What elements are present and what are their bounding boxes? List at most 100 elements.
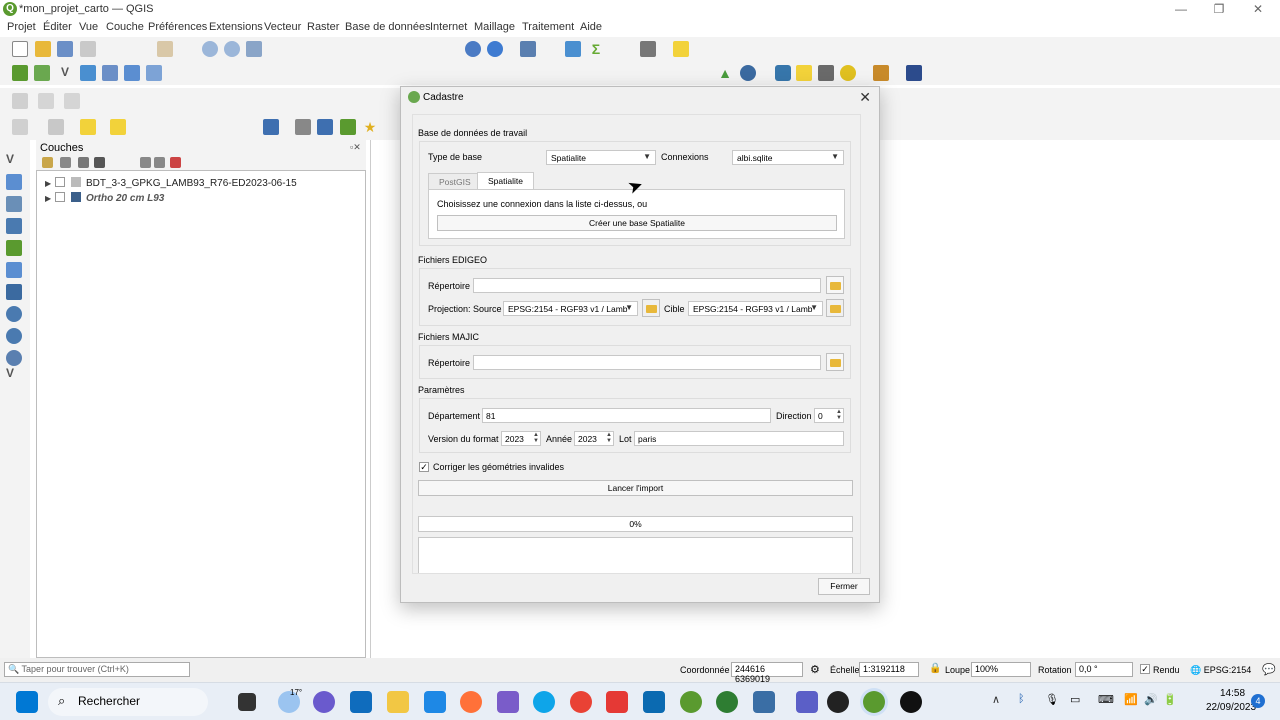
locator-search-input[interactable]: 🔍 Taper pour trouver (Ctrl+K) xyxy=(4,662,190,677)
menu-editer[interactable]: Éditer xyxy=(43,21,72,33)
add-db-icon[interactable] xyxy=(102,65,118,81)
refresh-icon[interactable] xyxy=(465,41,481,57)
messages-icon[interactable]: 💬 xyxy=(1262,663,1276,676)
add-wms-icon[interactable] xyxy=(80,65,96,81)
maximize-button[interactable]: ❐ xyxy=(1204,2,1234,16)
qgis-taskbar-icon[interactable] xyxy=(680,691,702,713)
tab-spatialite[interactable]: Spatialite xyxy=(477,172,534,190)
annee-spinbox[interactable]: 2023 ▲ ▼ xyxy=(574,431,614,446)
github-icon[interactable] xyxy=(827,691,849,713)
settings-gear-icon[interactable] xyxy=(565,41,581,57)
measure-icon[interactable] xyxy=(640,41,656,57)
cadastre-plugin-icon[interactable] xyxy=(840,65,856,81)
expand-arrow-icon[interactable]: ▶ xyxy=(45,179,55,188)
remove-layer-icon[interactable] xyxy=(170,157,181,168)
battery-status-icon[interactable]: 🔋 xyxy=(1163,693,1177,706)
chrome-icon[interactable] xyxy=(570,691,592,713)
add-wms-layer-icon[interactable] xyxy=(6,306,22,322)
python-console-icon[interactable] xyxy=(775,65,791,81)
add-delimited-icon[interactable] xyxy=(6,240,22,256)
majic-folder-icon[interactable] xyxy=(826,353,844,371)
microphone-icon[interactable]: 🎙 xyxy=(1045,693,1059,706)
add-vector-icon[interactable] xyxy=(34,65,50,81)
menu-internet[interactable]: Internet xyxy=(430,21,467,33)
add-virtual-layer-icon[interactable]: V xyxy=(6,366,22,382)
file-explorer-icon[interactable] xyxy=(387,691,409,713)
departement-input[interactable]: 81 xyxy=(482,408,771,423)
keyboard-icon[interactable]: ⌨ xyxy=(1098,693,1114,706)
zoom-full-icon[interactable] xyxy=(246,41,262,57)
menu-couche[interactable]: Couche xyxy=(106,21,144,33)
volume-icon[interactable]: 🔊 xyxy=(1144,693,1158,706)
layer-row[interactable]: ▶ Ortho 20 cm L93 xyxy=(45,192,164,204)
edge-icon[interactable] xyxy=(533,691,555,713)
source-crs-globe-icon[interactable] xyxy=(642,299,660,317)
tab-postgis[interactable]: PostGIS xyxy=(428,173,482,190)
label-2-icon[interactable] xyxy=(295,119,311,135)
create-spatialite-button[interactable]: Créer une base Spatialite xyxy=(437,215,837,231)
open-project-icon[interactable] xyxy=(35,41,51,57)
version-format-spinbox[interactable]: 2023 ▲ ▼ xyxy=(501,431,541,446)
statistics-sigma-icon[interactable]: Σ xyxy=(588,41,604,57)
add-group-icon[interactable] xyxy=(60,157,71,168)
spin-arrows-icon[interactable]: ▲ ▼ xyxy=(836,409,842,421)
menu-vecteur[interactable]: Vecteur xyxy=(264,21,301,33)
taskbar-search-box[interactable]: ⌕ Rechercher xyxy=(48,688,208,716)
chat-icon[interactable] xyxy=(313,691,335,713)
add-spatialite-icon[interactable] xyxy=(6,262,22,278)
panel-close-icon[interactable]: ▫✕ xyxy=(350,142,361,153)
menu-raster[interactable]: Raster xyxy=(307,21,339,33)
digitize-icon[interactable] xyxy=(12,93,28,109)
db-type-select[interactable]: Spatialite ▼ xyxy=(546,150,656,165)
teams-icon[interactable] xyxy=(796,691,818,713)
spin-arrows-icon[interactable]: ▲ ▼ xyxy=(533,432,539,444)
digitize-3-icon[interactable] xyxy=(64,93,80,109)
store-icon[interactable] xyxy=(350,691,372,713)
digitize-2-icon[interactable] xyxy=(38,93,54,109)
menu-preferences[interactable]: Préférences xyxy=(148,21,207,33)
zoom-in-icon[interactable] xyxy=(202,41,218,57)
edigeo-folder-icon[interactable] xyxy=(826,276,844,294)
data-source-manager-icon[interactable] xyxy=(12,65,28,81)
select-2-icon[interactable] xyxy=(48,119,64,135)
windows-start-icon[interactable] xyxy=(16,691,38,713)
annotation-icon[interactable] xyxy=(673,41,689,57)
plugin-pin-icon[interactable] xyxy=(873,65,889,81)
plugin-tool-icon[interactable] xyxy=(818,65,834,81)
crs-button[interactable]: 🌐 EPSG:2154 xyxy=(1190,665,1251,676)
lot-input[interactable]: paris xyxy=(634,431,844,446)
label-3-icon[interactable] xyxy=(317,119,333,135)
collapse-all-icon[interactable] xyxy=(154,157,165,168)
majic-directory-input[interactable] xyxy=(473,355,821,370)
expand-all-icon[interactable] xyxy=(140,157,151,168)
edigeo-directory-input[interactable] xyxy=(473,278,821,293)
connexions-select[interactable]: albi.sqlite ▼ xyxy=(732,150,844,165)
direction-spinbox[interactable]: 0 ▲ ▼ xyxy=(814,408,844,423)
rotation-spinbox[interactable]: 0,0 ° xyxy=(1075,662,1133,677)
menu-base-de-donnees[interactable]: Base de données xyxy=(345,21,431,33)
identify-icon[interactable] xyxy=(520,41,536,57)
wifi-icon[interactable]: 📶 xyxy=(1124,693,1138,706)
add-raster-icon[interactable] xyxy=(124,65,140,81)
new-project-icon[interactable] xyxy=(12,41,28,57)
qgis-active-icon[interactable] xyxy=(863,691,885,713)
menu-traitement[interactable]: Traitement xyxy=(522,21,574,33)
layer-row[interactable]: ▶ BDT_3-3_GPKG_LAMB93_R76-ED2023-06-15 xyxy=(45,177,297,189)
tray-chevron-icon[interactable]: ∧ xyxy=(992,693,1000,706)
mail-icon[interactable] xyxy=(424,691,446,713)
add-wfs-layer-icon[interactable] xyxy=(6,328,22,344)
add-mesh-icon[interactable] xyxy=(146,65,162,81)
add-layer-v-icon[interactable]: V xyxy=(57,65,73,81)
label-icon[interactable] xyxy=(263,119,279,135)
toggle-extents-icon[interactable]: ⚙ xyxy=(810,663,820,676)
battery-icon[interactable]: ▭ xyxy=(1070,693,1080,706)
spin-arrows-icon[interactable]: ▲ ▼ xyxy=(606,432,612,444)
star-icon[interactable]: ★ xyxy=(362,119,378,135)
zoom-out-icon[interactable] xyxy=(224,41,240,57)
pan-map-icon[interactable] xyxy=(157,41,173,57)
notification-badge[interactable]: 4 xyxy=(1251,694,1265,708)
dialog-close-icon[interactable]: ✕ xyxy=(859,89,871,106)
bluetooth-icon[interactable]: ᛒ xyxy=(1018,693,1025,705)
add-point-cloud-icon[interactable] xyxy=(6,218,22,234)
label-4-icon[interactable] xyxy=(340,119,356,135)
